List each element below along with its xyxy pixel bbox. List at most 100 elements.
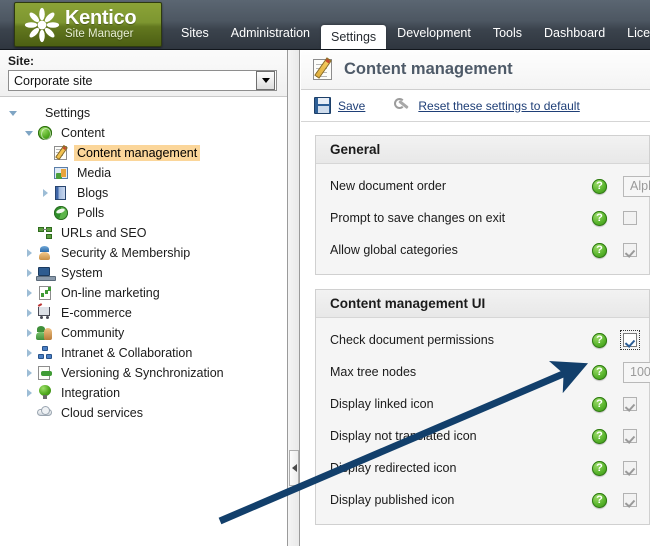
tree-item-label: URLs and SEO <box>58 225 149 241</box>
site-dropdown[interactable]: Corporate site <box>8 70 277 91</box>
setting-row-new-document-order: New document order ? Alphabetical <box>316 170 649 202</box>
tree-item-polls[interactable]: Polls <box>0 203 287 223</box>
tree-item-system[interactable]: System <box>0 263 287 283</box>
new-document-order-select[interactable]: Alphabetical <box>623 176 650 197</box>
network-icon <box>36 345 54 361</box>
tree-item-label: Security & Membership <box>58 245 193 261</box>
content-panel: Content management Save Reset these sett… <box>301 50 650 546</box>
tab-dashboard[interactable]: Dashboard <box>533 22 616 44</box>
kentico-logo[interactable]: Kentico Site Manager <box>14 2 162 47</box>
setting-row-display-not-translated-icon: Display not translated icon ? <box>316 420 649 452</box>
tree-item-intranet-collaboration[interactable]: Intranet & Collaboration <box>0 343 287 363</box>
tree-item-blogs[interactable]: Blogs <box>0 183 287 203</box>
shopping-cart-icon <box>36 305 54 321</box>
help-icon[interactable]: ? <box>592 243 607 258</box>
display-published-icon-checkbox[interactable] <box>623 493 637 507</box>
tree-item-label: Content <box>58 125 108 141</box>
triangle-right-icon <box>27 289 32 297</box>
brand-subtitle: Site Manager <box>65 29 136 41</box>
sitemap-icon <box>36 225 54 241</box>
splitter-collapse-handle[interactable] <box>289 450 299 486</box>
display-redirected-icon-checkbox[interactable] <box>623 461 637 475</box>
triangle-down-icon <box>9 111 17 116</box>
chart-document-icon <box>36 285 54 301</box>
reset-settings-label: Reset these settings to default <box>418 99 579 113</box>
expand-toggle[interactable] <box>22 309 36 317</box>
left-panel: Site: Corporate site Settings Content <box>0 50 288 546</box>
top-nav-tabs: Sites Administration Settings Developmen… <box>170 0 650 50</box>
setting-label: Display not translated icon <box>330 429 592 443</box>
help-icon[interactable]: ? <box>592 365 607 380</box>
help-icon[interactable]: ? <box>592 493 607 508</box>
group-title-content-management-ui: Content management UI <box>316 290 649 318</box>
tree-item-settings[interactable]: Settings <box>0 103 287 123</box>
note-pencil-icon <box>52 145 70 161</box>
tree-item-integration[interactable]: Integration <box>0 383 287 403</box>
expand-toggle[interactable] <box>22 369 36 377</box>
brand-name: Kentico <box>65 8 136 28</box>
chevron-down-icon <box>262 78 270 83</box>
help-icon[interactable]: ? <box>592 461 607 476</box>
tree-item-content[interactable]: Content <box>0 123 287 143</box>
reset-settings-button[interactable]: Reset these settings to default <box>391 95 579 117</box>
help-icon[interactable]: ? <box>592 211 607 226</box>
max-tree-nodes-input[interactable]: 100 <box>623 362 650 383</box>
tab-settings[interactable]: Settings <box>321 25 386 50</box>
tab-sites[interactable]: Sites <box>170 22 220 44</box>
save-button[interactable]: Save <box>311 95 365 117</box>
expand-toggle[interactable] <box>22 269 36 277</box>
check-document-permissions-checkbox[interactable] <box>623 333 637 347</box>
allow-global-categories-checkbox[interactable] <box>623 243 637 257</box>
cloud-icon <box>36 405 54 421</box>
tree-item-label: Content management <box>74 145 200 161</box>
tab-administration[interactable]: Administration <box>220 22 321 44</box>
display-not-translated-icon-checkbox[interactable] <box>623 429 637 443</box>
triangle-right-icon <box>27 349 32 357</box>
tree-item-online-marketing[interactable]: On-line marketing <box>0 283 287 303</box>
expand-toggle[interactable] <box>22 249 36 257</box>
tab-tools[interactable]: Tools <box>482 22 533 44</box>
site-dropdown-arrow-button[interactable] <box>256 71 275 90</box>
expand-toggle[interactable] <box>22 329 36 337</box>
display-linked-icon-checkbox[interactable] <box>623 397 637 411</box>
prompt-to-save-checkbox[interactable] <box>623 211 637 225</box>
expand-toggle[interactable] <box>22 349 36 357</box>
help-icon[interactable]: ? <box>592 333 607 348</box>
community-users-icon <box>36 325 54 341</box>
setting-label: Allow global categories <box>330 243 592 257</box>
tree-item-community[interactable]: Community <box>0 323 287 343</box>
tree-item-cloud-services[interactable]: Cloud services <box>0 403 287 423</box>
top-bar: Kentico Site Manager Sites Administratio… <box>0 0 650 50</box>
expand-toggle[interactable] <box>22 289 36 297</box>
book-icon <box>52 185 70 201</box>
tab-development[interactable]: Development <box>386 22 482 44</box>
setting-label: Display linked icon <box>330 397 592 411</box>
tree-item-label: On-line marketing <box>58 285 163 301</box>
expand-toggle[interactable] <box>22 131 36 136</box>
tree-item-media[interactable]: Media <box>0 163 287 183</box>
tree-item-security-membership[interactable]: Security & Membership <box>0 243 287 263</box>
tree-item-content-management[interactable]: Content management <box>0 143 287 163</box>
help-icon[interactable]: ? <box>592 429 607 444</box>
tree-item-ecommerce[interactable]: E-commerce <box>0 303 287 323</box>
globe-icon <box>36 125 54 141</box>
panel-splitter[interactable] <box>288 50 300 546</box>
tree-item-label: E-commerce <box>58 305 135 321</box>
setting-label: Display published icon <box>330 493 592 507</box>
save-label: Save <box>338 99 365 113</box>
tab-licenses[interactable]: Licenses <box>616 22 650 44</box>
expand-toggle[interactable] <box>6 111 20 116</box>
site-selector-area: Site: Corporate site <box>0 50 287 97</box>
setting-label: Display redirected icon <box>330 461 592 475</box>
site-label: Site: <box>8 54 277 68</box>
tree-item-urls-and-seo[interactable]: URLs and SEO <box>0 223 287 243</box>
help-icon[interactable]: ? <box>592 397 607 412</box>
settings-group-general: General New document order ? Alphabetica… <box>315 135 650 275</box>
expand-toggle[interactable] <box>22 389 36 397</box>
tree-item-versioning-synchronization[interactable]: Versioning & Synchronization <box>0 363 287 383</box>
expand-toggle[interactable] <box>38 189 52 197</box>
group-title-general: General <box>316 136 649 164</box>
help-icon[interactable]: ? <box>592 179 607 194</box>
site-dropdown-value: Corporate site <box>9 74 256 88</box>
tree-item-label: Community <box>58 325 127 341</box>
